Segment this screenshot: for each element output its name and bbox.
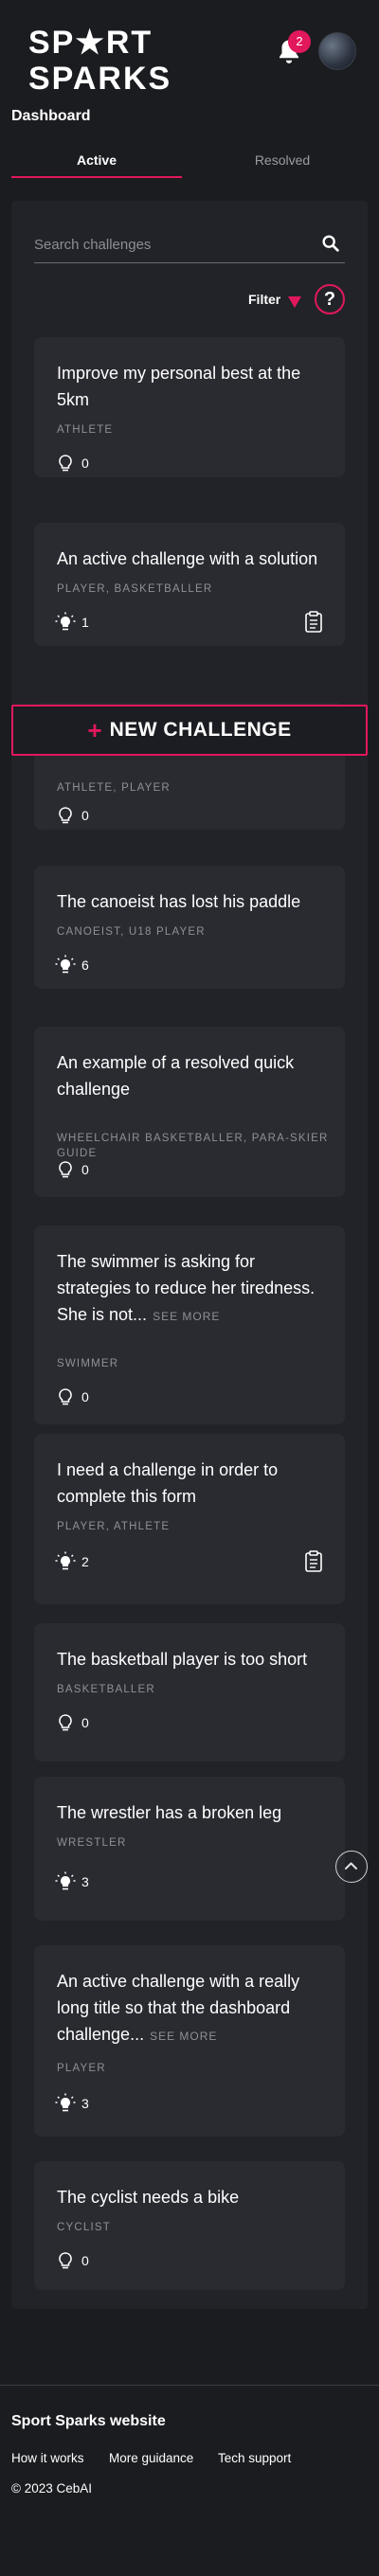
lightbulb-lit-icon (55, 955, 76, 974)
challenge-title-text: The canoeist has lost his paddle (57, 892, 301, 911)
challenge-tags: SWIMMER (57, 1358, 119, 1369)
challenge-tags: ATHLETE (57, 424, 114, 436)
sport-sparks-logo[interactable]: SP★RT SPARKS (28, 25, 172, 97)
solutions-count: 3 (81, 1874, 89, 1889)
solutions-count: 0 (81, 2253, 89, 2268)
lightbulb-icon (59, 807, 72, 824)
challenge-tags: PLAYER (57, 2063, 106, 2074)
challenge-title: The cyclist needs a bike (57, 2184, 332, 2210)
tab-resolved[interactable]: Resolved (197, 146, 368, 178)
lightbulb-lit-icon (55, 1551, 76, 1570)
challenge-card[interactable]: The swimmer is asking for strategies to … (34, 1225, 345, 1424)
footer-link-how-it-works[interactable]: How it works (11, 2451, 84, 2465)
challenge-card[interactable]: An example of a resolved quick challenge… (34, 1027, 345, 1197)
challenge-title: An example of a resolved quick challenge (57, 1049, 332, 1102)
challenge-title-text: An example of a resolved quick challenge (57, 1053, 295, 1099)
solutions-count: 0 (81, 808, 89, 823)
challenge-card[interactable]: The cyclist needs a bike CYCLIST 0 (34, 2161, 345, 2290)
see-more-link[interactable]: SEE MORE (153, 1310, 220, 1323)
solutions-count: 0 (81, 1162, 89, 1177)
clipboard-icon[interactable] (303, 1550, 324, 1573)
scroll-to-top-button[interactable] (335, 1851, 368, 1883)
challenge-title: The canoeist has lost his paddle (57, 888, 332, 915)
footer-link-tech-support[interactable]: Tech support (218, 2451, 291, 2465)
challenge-tags: CYCLIST (57, 2222, 111, 2233)
challenge-tags: BASKETBALLER (57, 1684, 155, 1695)
challenge-title-text: An active challenge with a solution (57, 549, 318, 568)
solutions-count: 0 (81, 1715, 89, 1730)
lightbulb-icon (59, 1161, 72, 1178)
challenge-tags: ATHLETE, PLAYER (57, 782, 171, 794)
footer-divider (0, 2385, 379, 2386)
challenge-title-text: The cyclist needs a bike (57, 2188, 240, 2207)
challenge-title: Improve my personal best at the 5km (57, 360, 332, 413)
search-input[interactable] (34, 231, 309, 258)
challenge-tags: PLAYER, BASKETBALLER (57, 583, 213, 595)
search-bar (34, 229, 345, 263)
footer-title[interactable]: Sport Sparks website (11, 2413, 166, 2430)
header: SP★RT SPARKS 2 (0, 0, 379, 104)
avatar[interactable] (318, 32, 356, 70)
challenge-title: The swimmer is asking for strategies to … (57, 1248, 332, 1330)
new-challenge-button[interactable]: + NEW CHALLENGE (11, 705, 368, 756)
challenge-tags: WHEELCHAIR BASKETBALLER, PARA-SKIER GUID… (57, 1133, 329, 1159)
challenge-title: The wrestler has a broken leg (57, 1799, 332, 1826)
challenge-tags: CANOEIST, U18 PLAYER (57, 926, 206, 938)
solutions-count: 3 (81, 2096, 89, 2111)
lightbulb-lit-icon (55, 1871, 76, 1890)
solutions-count: 0 (81, 456, 89, 471)
help-button[interactable]: ? (315, 284, 345, 314)
copyright: © 2023 CebAI (11, 2481, 93, 2496)
solutions-count: 6 (81, 957, 89, 973)
logo-line-1: SP★RT (28, 25, 153, 61)
tab-active[interactable]: Active (11, 146, 182, 178)
solutions-count: 1 (81, 615, 89, 630)
lightbulb-icon (59, 455, 72, 472)
filter-button[interactable]: Filter (248, 292, 280, 307)
chevron-up-icon (345, 1862, 357, 1869)
challenges-panel: Filter ? Improve my personal best at the… (11, 201, 368, 2309)
plus-icon: + (87, 716, 102, 744)
challenge-card[interactable]: Improve my personal best at the 5km ATHLE… (34, 337, 345, 477)
notification-badge: 2 (288, 30, 311, 53)
logo-line-2: SPARKS (28, 61, 172, 97)
challenge-card[interactable]: An active challenge with a solution PLAYE… (34, 523, 345, 646)
challenge-card[interactable]: An active challenge with a really long t… (34, 1945, 345, 2137)
lightbulb-icon (59, 1388, 72, 1405)
clipboard-icon[interactable] (303, 611, 324, 634)
challenge-title-text: The wrestler has a broken leg (57, 1803, 282, 1822)
see-more-link[interactable]: SEE MORE (150, 2030, 217, 2043)
challenge-card[interactable]: The basketball player is too short BASKET… (34, 1623, 345, 1762)
lightbulb-lit-icon (55, 612, 76, 631)
solutions-count: 0 (81, 1389, 89, 1404)
solutions-count: 2 (81, 1554, 89, 1569)
search-icon[interactable] (320, 233, 341, 254)
challenge-tabs: Active Resolved (11, 146, 368, 178)
page-title: Dashboard (11, 108, 91, 124)
filter-icon[interactable] (288, 295, 301, 309)
challenge-tags: WRESTLER (57, 1837, 127, 1849)
challenge-title: I need a challenge in order to complete … (57, 1457, 332, 1510)
new-challenge-label: NEW CHALLENGE (109, 719, 292, 741)
footer-link-more-guidance[interactable]: More guidance (109, 2451, 193, 2465)
challenge-title: An active challenge with a really long t… (57, 1968, 332, 2049)
challenge-title: An active challenge with a solution (57, 546, 332, 572)
lightbulb-icon (59, 1714, 72, 1731)
challenge-card[interactable]: The wrestler has a broken leg WRESTLER 3 (34, 1777, 345, 1921)
challenge-title: The basketball player is too short (57, 1646, 332, 1673)
challenge-title-text: Improve my personal best at the 5km (57, 364, 301, 409)
lightbulb-lit-icon (55, 2093, 76, 2112)
challenge-card[interactable]: I need a challenge in order to complete … (34, 1434, 345, 1604)
challenge-tags: PLAYER, ATHLETE (57, 1521, 171, 1532)
lightbulb-icon (59, 2252, 72, 2269)
challenge-card[interactable]: The canoeist has lost his paddle CANOEIST… (34, 866, 345, 989)
challenge-title-text: I need a challenge in order to complete … (57, 1460, 279, 1506)
challenge-title-text: The basketball player is too short (57, 1650, 308, 1669)
